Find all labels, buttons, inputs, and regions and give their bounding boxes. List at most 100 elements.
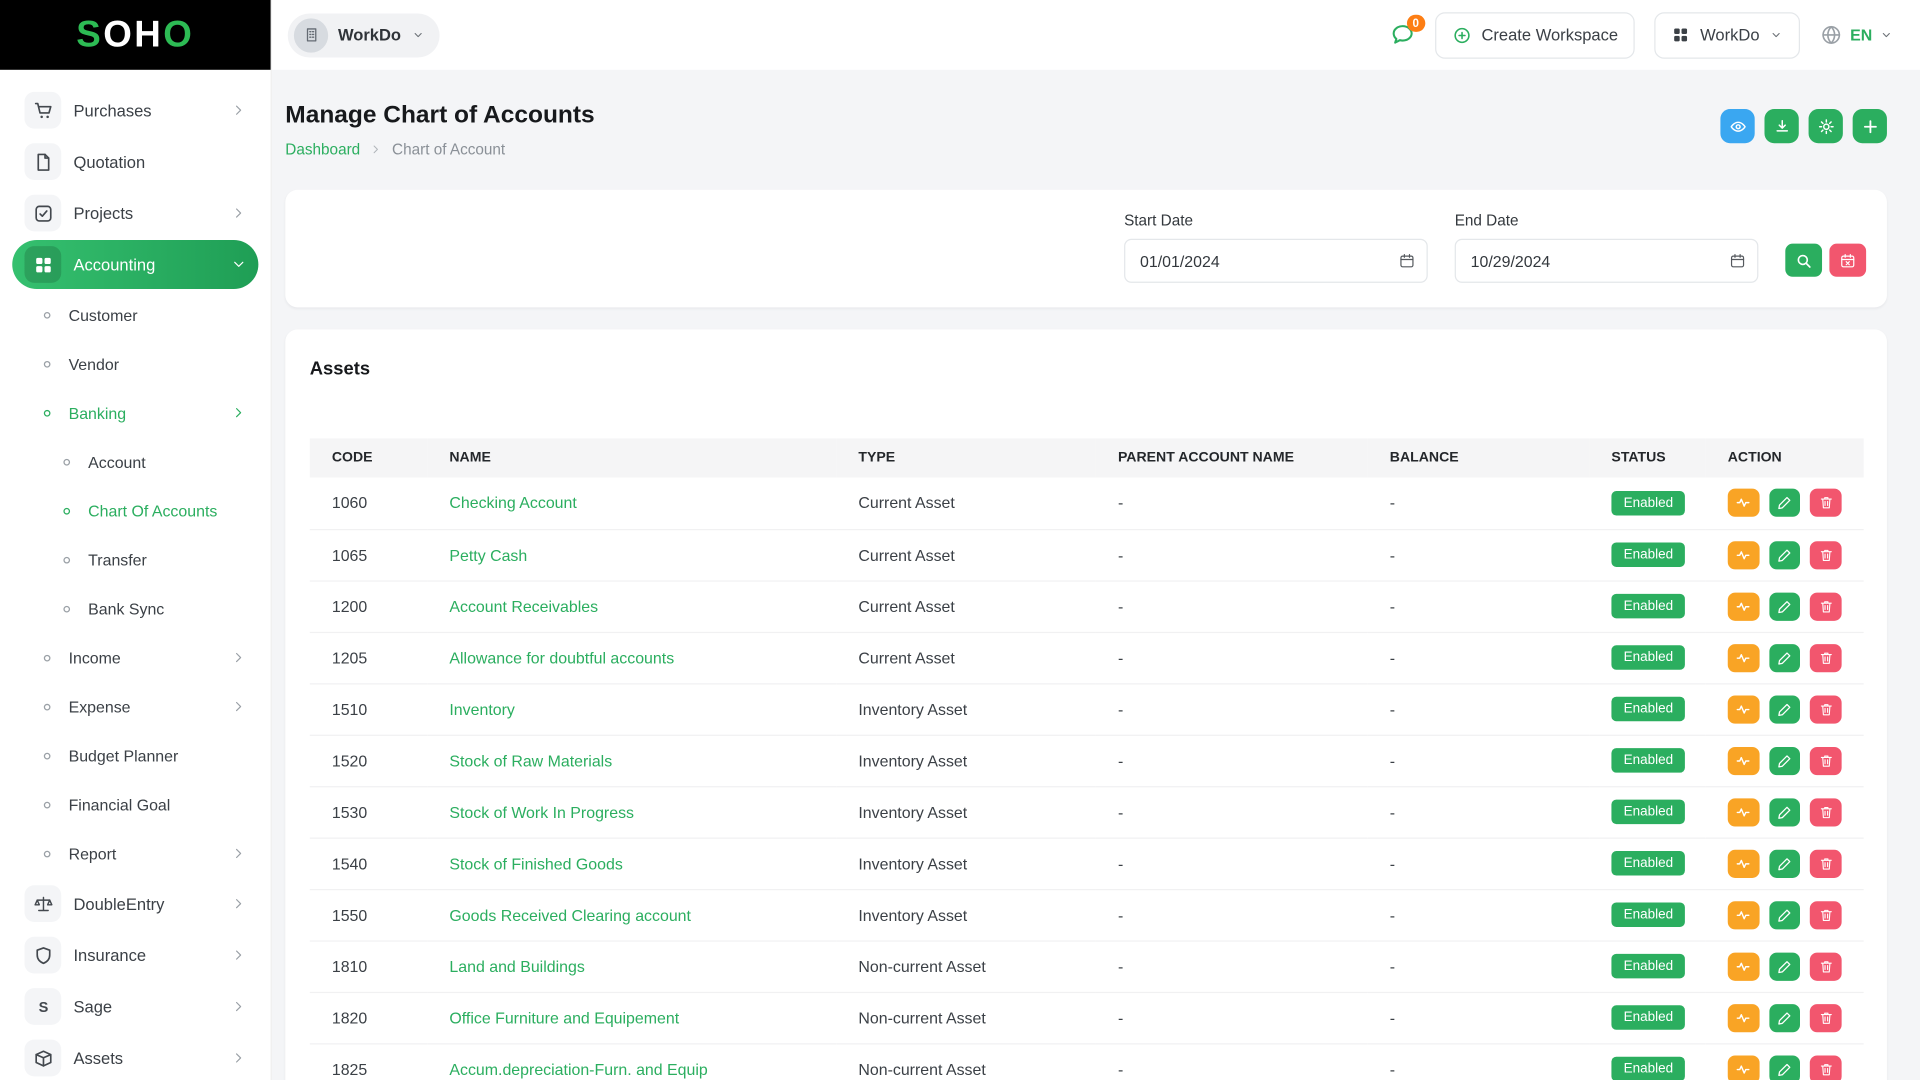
sidebar-item-quotation[interactable]: Quotation — [12, 137, 258, 186]
status-badge: Enabled — [1611, 748, 1685, 772]
workspace-switcher[interactable]: WorkDo — [288, 13, 439, 57]
delete-button[interactable] — [1810, 901, 1841, 929]
journal-entry-button[interactable] — [1728, 952, 1759, 980]
sidebar: SOHO PurchasesQuotationProjectsAccountin… — [0, 0, 272, 1080]
edit-button[interactable] — [1769, 592, 1800, 620]
journal-entry-button[interactable] — [1728, 798, 1759, 826]
edit-button[interactable] — [1769, 901, 1800, 929]
sidebar-item-accounting[interactable]: Accounting — [12, 240, 258, 289]
status-badge: Enabled — [1611, 1057, 1685, 1080]
delete-button[interactable] — [1810, 695, 1841, 723]
account-name-link[interactable]: Goods Received Clearing account — [449, 906, 691, 924]
edit-button[interactable] — [1769, 695, 1800, 723]
sidebar-item-financial-goal[interactable]: Financial Goal — [12, 781, 258, 828]
account-name-link[interactable]: Stock of Work In Progress — [449, 803, 634, 821]
journal-entry-button[interactable] — [1728, 592, 1759, 620]
edit-button[interactable] — [1769, 1003, 1800, 1031]
sidebar-item-vendor[interactable]: Vendor — [12, 340, 258, 387]
account-name-link[interactable]: Stock of Finished Goods — [449, 854, 622, 872]
sidebar-item-insurance[interactable]: Insurance — [12, 931, 258, 980]
sidebar-item-banking[interactable]: Banking — [12, 389, 258, 436]
sidebar-item-customer[interactable]: Customer — [12, 291, 258, 338]
delete-button[interactable] — [1810, 798, 1841, 826]
delete-button[interactable] — [1810, 1003, 1841, 1031]
sidebar-item-account[interactable]: Account — [12, 438, 258, 485]
journal-entry-button[interactable] — [1728, 746, 1759, 774]
sidebar-item-label: DoubleEntry — [73, 894, 164, 912]
create-workspace-label: Create Workspace — [1481, 26, 1618, 44]
table-row: 1530Stock of Work In ProgressInventory A… — [310, 786, 1864, 837]
journal-entry-button[interactable] — [1728, 849, 1759, 877]
preview-button[interactable] — [1720, 109, 1754, 143]
account-name-link[interactable]: Petty Cash — [449, 546, 527, 564]
account-name-link[interactable]: Allowance for doubtful accounts — [449, 648, 674, 666]
account-name-link[interactable]: Office Furniture and Equipement — [449, 1008, 679, 1026]
sidebar-item-projects[interactable]: Projects — [12, 189, 258, 238]
sidebar-item-doubleentry[interactable]: DoubleEntry — [12, 879, 258, 928]
edit-button[interactable] — [1769, 541, 1800, 569]
account-name-link[interactable]: Accum.depreciation-Furn. and Equip — [449, 1060, 707, 1078]
column-header-parent-account-name: PARENT ACCOUNT NAME — [1096, 438, 1368, 477]
calendar-icon[interactable] — [1729, 252, 1746, 269]
settings-button[interactable] — [1809, 109, 1843, 143]
edit-button[interactable] — [1769, 1055, 1800, 1080]
account-name-link[interactable]: Account Receivables — [449, 597, 598, 615]
end-date-input[interactable] — [1455, 239, 1759, 283]
search-button[interactable] — [1785, 244, 1822, 277]
account-name-link[interactable]: Checking Account — [449, 494, 576, 512]
cell-name: Inventory — [427, 683, 836, 734]
pulse-icon — [1736, 752, 1752, 768]
language-selector[interactable]: EN — [1820, 23, 1894, 46]
edit-button[interactable] — [1769, 746, 1800, 774]
workspace-dropdown[interactable]: WorkDo — [1655, 12, 1800, 59]
journal-entry-button[interactable] — [1728, 1055, 1759, 1080]
cell-code: 1060 — [310, 478, 428, 529]
table-row: 1510InventoryInventory Asset--Enabled — [310, 683, 1864, 734]
delete-button[interactable] — [1810, 643, 1841, 671]
journal-entry-button[interactable] — [1728, 489, 1759, 517]
chevron-right-icon — [231, 699, 246, 714]
messages-button[interactable]: 0 — [1390, 22, 1416, 48]
column-header-action: ACTION — [1706, 438, 1864, 477]
sidebar-item-expense[interactable]: Expense — [12, 683, 258, 730]
sidebar-item-income[interactable]: Income — [12, 634, 258, 681]
journal-entry-button[interactable] — [1728, 643, 1759, 671]
delete-button[interactable] — [1810, 1055, 1841, 1080]
export-button[interactable] — [1764, 109, 1798, 143]
delete-button[interactable] — [1810, 541, 1841, 569]
delete-button[interactable] — [1810, 849, 1841, 877]
sidebar-item-budget-planner[interactable]: Budget Planner — [12, 732, 258, 779]
delete-button[interactable] — [1810, 592, 1841, 620]
breadcrumb-dashboard-link[interactable]: Dashboard — [285, 141, 360, 158]
edit-button[interactable] — [1769, 849, 1800, 877]
add-account-button[interactable] — [1853, 109, 1887, 143]
sidebar-item-assets[interactable]: Assets — [12, 1033, 258, 1080]
sidebar-item-purchases[interactable]: Purchases — [12, 86, 258, 135]
journal-entry-button[interactable] — [1728, 1003, 1759, 1031]
reset-filter-button[interactable] — [1829, 244, 1866, 277]
journal-entry-button[interactable] — [1728, 695, 1759, 723]
sidebar-item-sage[interactable]: SSage — [12, 982, 258, 1031]
dot-icon — [56, 452, 76, 472]
sidebar-item-report[interactable]: Report — [12, 830, 258, 877]
sidebar-item-bank-sync[interactable]: Bank Sync — [12, 585, 258, 632]
create-workspace-button[interactable]: Create Workspace — [1435, 12, 1635, 59]
sidebar-item-transfer[interactable]: Transfer — [12, 536, 258, 583]
edit-button[interactable] — [1769, 952, 1800, 980]
cart-icon — [24, 92, 61, 129]
account-name-link[interactable]: Land and Buildings — [449, 957, 584, 975]
journal-entry-button[interactable] — [1728, 901, 1759, 929]
start-date-input[interactable] — [1124, 239, 1428, 283]
delete-button[interactable] — [1810, 746, 1841, 774]
edit-button[interactable] — [1769, 643, 1800, 671]
main: WorkDo 0 Create Workspace WorkDo — [272, 0, 1920, 1080]
delete-button[interactable] — [1810, 489, 1841, 517]
sidebar-item-chart-of-accounts[interactable]: Chart Of Accounts — [12, 487, 258, 534]
journal-entry-button[interactable] — [1728, 541, 1759, 569]
edit-button[interactable] — [1769, 489, 1800, 517]
delete-button[interactable] — [1810, 952, 1841, 980]
account-name-link[interactable]: Stock of Raw Materials — [449, 751, 612, 769]
calendar-icon[interactable] — [1398, 252, 1415, 269]
account-name-link[interactable]: Inventory — [449, 700, 514, 718]
edit-button[interactable] — [1769, 798, 1800, 826]
